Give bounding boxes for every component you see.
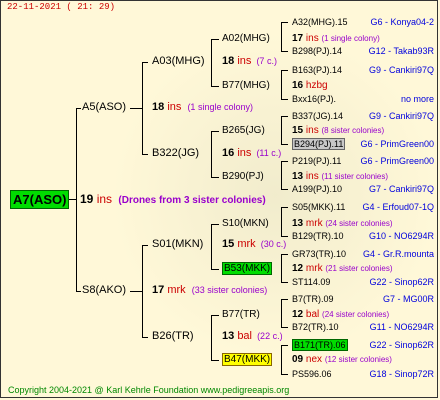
gen3-inbreeding-7b: 09 nex (12 sister colonies) <box>292 354 392 365</box>
gen4-queen-11[interactable]: ST114.09 <box>292 278 330 287</box>
gen3-inbreeding-2: 15 ins (8 sister colonies) <box>292 125 385 136</box>
gen4-queen-9[interactable]: B129(TR).10 <box>292 232 344 241</box>
gen2-queen-2[interactable]: S01(MKN) <box>152 239 203 250</box>
gen3-inbreeding-0: 17 ins (1 single colony) <box>292 33 380 44</box>
gen4-queen-0[interactable]: A32(MHG).15 <box>292 18 348 27</box>
gen4-queen-3[interactable]: Bxx16(PJ). <box>292 95 336 104</box>
gen4-queen-5[interactable]: B294(PJ).11 <box>292 138 346 150</box>
gen1-inbreeding-0: 18 ins (1 single colony) <box>152 101 253 113</box>
gen4-group-4: G9 - Cankiri97Q <box>368 111 434 121</box>
root-queen-id[interactable]: A7(ASO) <box>10 190 70 209</box>
gen2-inbreeding-2: 15 mrk (30 c.) <box>222 238 287 250</box>
gen3-queen-5[interactable]: B53(MKK) <box>222 262 273 275</box>
gen4-group-9: G10 - NO6294R <box>368 231 434 241</box>
gen4-queen-7[interactable]: A199(PJ).10 <box>292 185 342 194</box>
gen4-queen-10[interactable]: GR73(TR).10 <box>292 250 346 259</box>
gen2-queen-1[interactable]: B322(JG) <box>152 148 199 159</box>
gen4-queen-2[interactable]: B163(PJ).14 <box>292 66 342 75</box>
gen3-queen-2[interactable]: B265(JG) <box>222 126 265 136</box>
gen4-queen-13[interactable]: B72(TR).10 <box>292 323 339 332</box>
gen4-group-11: G22 - Sinop62R <box>369 277 434 287</box>
gen3-inbreeding-3b: 13 ins (11 sister colonies) <box>292 171 389 182</box>
gen4-group-15: G18 - Sinop72R <box>369 369 434 379</box>
gen1-inbreeding-1: 17 mrk (33 sister colonies) <box>152 284 268 296</box>
root-inbreeding: 19 ins (Drones from 3 sister colonies) <box>80 192 266 206</box>
gen3-inbreeding-4: 13 mrk (24 sister colonies) <box>292 218 393 229</box>
gen4-queen-15[interactable]: PS596.06 <box>292 370 332 379</box>
gen2-inbreeding-3: 13 bal (22 c.) <box>222 330 283 342</box>
gen3-queen-1[interactable]: B77(MHG) <box>222 81 270 91</box>
gen4-queen-14[interactable]: B171(TR).06 <box>292 339 348 351</box>
gen2-queen-0[interactable]: A03(MHG) <box>152 56 205 67</box>
gen1-queen-1[interactable]: S8(AKO) <box>82 285 126 296</box>
gen3-queen-7[interactable]: B47(MKK) <box>222 353 273 366</box>
gen2-queen-3[interactable]: B26(TR) <box>152 331 194 342</box>
gen3-inbreeding-1b: 16 hzbg <box>292 80 328 91</box>
gen4-group-2: G9 - Cankiri97Q <box>368 65 434 75</box>
gen4-group-7: G7 - Cankiri97Q <box>368 184 434 194</box>
gen3-inbreeding-5b: 12 mrk (21 sister colonies) <box>292 263 393 274</box>
gen3-queen-0[interactable]: A02(MHG) <box>222 34 270 44</box>
report-date: 22-11-2021 ( 21: 29) <box>7 2 116 12</box>
gen2-inbreeding-0: 18 ins (7 c.) <box>222 55 277 67</box>
gen1-queen-0[interactable]: A5(ASO) <box>82 102 126 113</box>
gen4-group-3: no more <box>400 94 434 104</box>
gen4-group-13: G11 - NO6294R <box>369 322 434 332</box>
gen3-inbreeding-6: 12 bal (24 sister colonies) <box>292 309 390 320</box>
gen4-group-12: G7 - MG00R <box>382 294 434 304</box>
gen4-group-1: G12 - Takab93R <box>368 46 434 56</box>
gen4-group-8: G4 - Erfoud07-1Q <box>362 202 434 212</box>
gen4-group-10: G4 - Gr.R.mounta <box>362 249 434 259</box>
copyright-footer: Copyright 2004-2021 @ Karl Kehrle Founda… <box>8 385 290 395</box>
root-queen[interactable]: A7(ASO) <box>10 190 70 209</box>
gen2-inbreeding-1: 16 ins (11 c.) <box>222 147 282 159</box>
gen4-group-5: G6 - PrimGreen00 <box>360 139 434 149</box>
gen4-queen-4[interactable]: B337(JG).14 <box>292 112 343 121</box>
gen4-group-0: G6 - Konya04-2 <box>370 17 434 27</box>
gen4-group-14: G22 - Sinop62R <box>369 340 434 350</box>
gen4-queen-12[interactable]: B7(TR).09 <box>292 295 334 304</box>
gen4-queen-1[interactable]: B298(PJ).14 <box>292 47 342 56</box>
gen3-queen-4[interactable]: S10(MKN) <box>222 219 269 229</box>
gen3-queen-6[interactable]: B77(TR) <box>222 310 260 320</box>
gen4-queen-8[interactable]: S05(MKK).11 <box>292 203 345 212</box>
gen4-queen-6[interactable]: P219(PJ).11 <box>292 157 341 166</box>
gen4-group-6: G6 - PrimGreen00 <box>360 156 434 166</box>
gen3-queen-3[interactable]: B290(PJ) <box>222 172 264 182</box>
